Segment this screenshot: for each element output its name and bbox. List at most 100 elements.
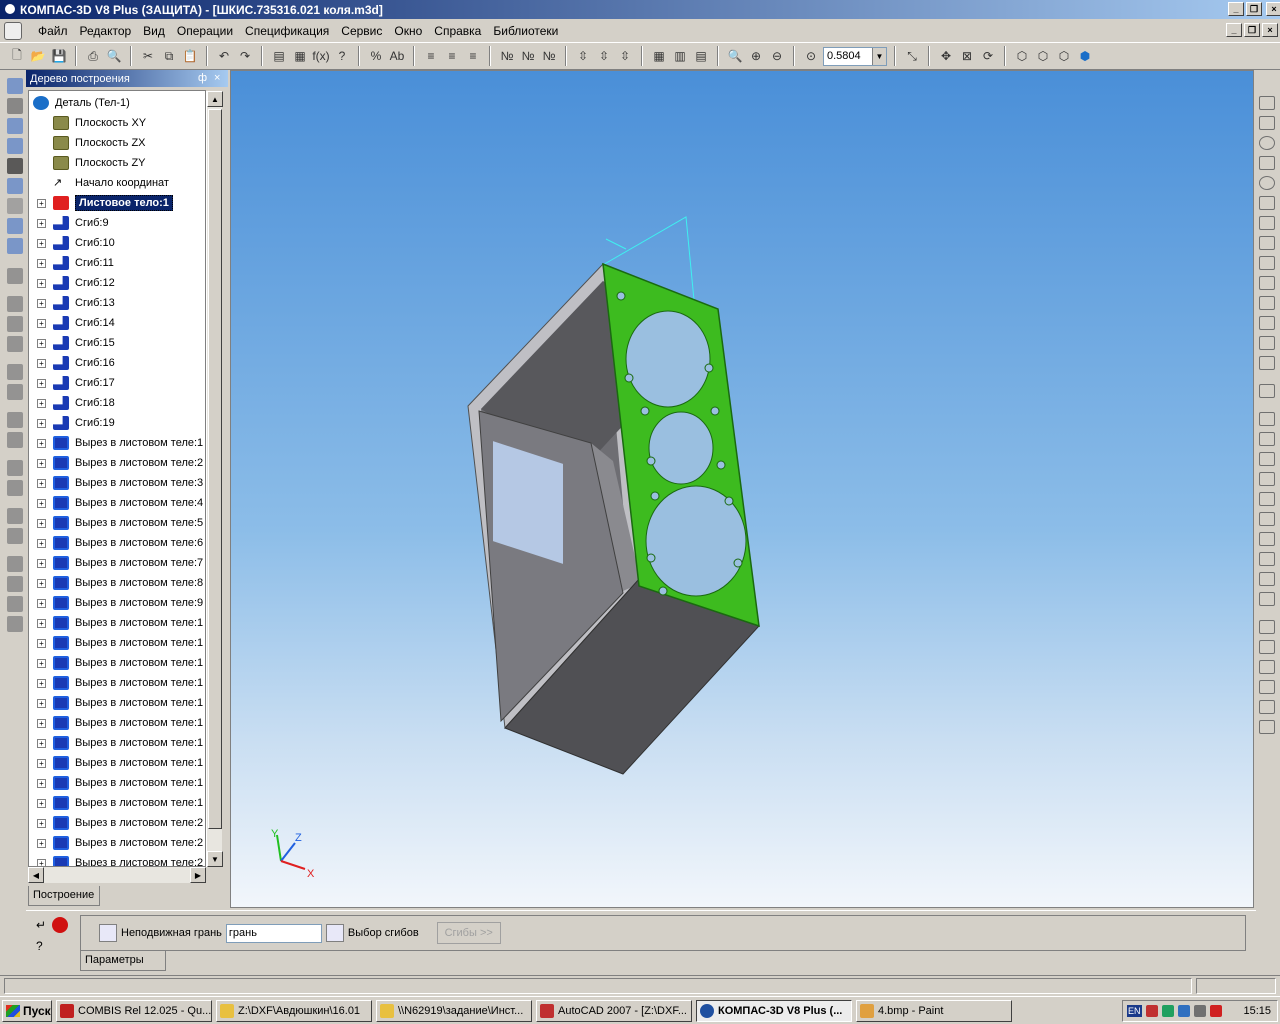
cut-icon[interactable]: ✂ [139, 47, 157, 65]
tool-dimension-icon[interactable] [1259, 700, 1275, 714]
task-folder-dxf[interactable]: Z:\DXF\Авдюшкин\16.01 [216, 999, 372, 1022]
expand-icon[interactable]: + [37, 518, 46, 528]
zoom-icon[interactable]: 🔍 [726, 47, 744, 65]
expand-icon[interactable]: + [37, 598, 46, 608]
tray-n-icon[interactable] [1209, 1005, 1222, 1017]
expand-icon[interactable]: + [37, 698, 46, 708]
tree-item[interactable]: + Вырез в листовом теле:2 [29, 813, 203, 833]
align-icon[interactable]: ≡ [422, 47, 440, 65]
hidden-lines-icon[interactable]: ⬡ [1034, 47, 1052, 65]
expand-icon[interactable]: + [37, 818, 46, 828]
language-indicator[interactable]: EN [1127, 1005, 1142, 1017]
tree-item[interactable]: + Вырез в листовом теле:1 [29, 793, 203, 813]
tool-constraint-icon[interactable] [1259, 640, 1275, 654]
tool-arc-icon[interactable] [1259, 156, 1275, 170]
shaded-icon[interactable]: ⬢ [1076, 47, 1094, 65]
zoom-out-icon[interactable]: ⊖ [768, 47, 786, 65]
tree-item[interactable]: + Вырез в листовом теле:2 [29, 833, 203, 853]
fit-icon[interactable]: ⊠ [958, 47, 976, 65]
expand-icon[interactable]: + [37, 798, 46, 808]
tool-hem-icon[interactable] [7, 596, 23, 612]
tool-cut-icon[interactable] [7, 384, 23, 400]
number-icon[interactable]: № [498, 47, 516, 65]
tray-sync-icon[interactable] [1177, 1005, 1190, 1017]
expand-icon[interactable]: + [37, 458, 46, 468]
tool-jog-icon[interactable] [7, 556, 23, 572]
tool-point-icon[interactable] [1259, 96, 1275, 110]
expand-icon[interactable]: + [37, 778, 46, 788]
tree-root[interactable]: Деталь (Тел-1) [33, 93, 130, 113]
tree-item[interactable]: + Сгиб:14 [29, 313, 115, 333]
redo-icon[interactable]: ↷ [236, 47, 254, 65]
close-icon[interactable]: × [214, 72, 220, 84]
tool-edit-icon[interactable] [7, 218, 23, 234]
tree-view[interactable]: Деталь (Тел-1) Плоскость XY Плоскость ZX П… [28, 90, 206, 867]
tool-param-icon[interactable] [1259, 620, 1275, 634]
tool-break-icon[interactable] [1259, 572, 1275, 586]
task-folder-network[interactable]: \\N62919\задание\Инст... [376, 999, 532, 1022]
expand-icon[interactable]: + [37, 578, 46, 588]
tool-spec-icon[interactable] [7, 198, 23, 214]
distribute-3-icon[interactable]: ⇳ [616, 47, 634, 65]
tool-hole-icon[interactable] [7, 364, 23, 380]
table-2-icon[interactable]: ▥ [671, 47, 689, 65]
tree-item[interactable]: + Вырез в листовом теле:1 [29, 653, 203, 673]
task-combis[interactable]: COMBIS Rel 12.025 - Qu... [56, 999, 212, 1022]
tool-flange-icon[interactable] [7, 412, 23, 428]
tray-network-icon[interactable] [1161, 1005, 1174, 1017]
expand-icon[interactable]: + [37, 678, 46, 688]
tool-deform-icon[interactable] [1259, 592, 1275, 606]
tool-bend-line-icon[interactable] [7, 316, 23, 332]
tool-stamp-icon[interactable] [7, 336, 23, 352]
tree-item[interactable]: ↗ Начало координат [29, 173, 169, 193]
tool-fold-2-icon[interactable] [7, 528, 23, 544]
expand-icon[interactable]: + [37, 398, 46, 408]
tool-ellipse-icon[interactable] [1259, 176, 1275, 190]
menu-specification[interactable]: Спецификация [239, 24, 335, 38]
tool-line-icon[interactable] [1259, 116, 1275, 130]
menu-help[interactable]: Справка [428, 24, 487, 38]
tree-item[interactable]: + Сгиб:18 [29, 393, 115, 413]
distribute-icon[interactable]: ⇳ [574, 47, 592, 65]
tool-sheet-body-icon[interactable] [7, 268, 23, 284]
number-2-icon[interactable]: № [519, 47, 537, 65]
table-3-icon[interactable]: ▤ [692, 47, 710, 65]
tool-array-icon[interactable] [1259, 512, 1275, 526]
tree-item[interactable]: + Вырез в листовом теле:1 [29, 713, 203, 733]
tree-item[interactable]: + Вырез в листовом теле:1 [29, 433, 203, 453]
tool-closed-corner-icon[interactable] [7, 432, 23, 448]
tool-3d-icon[interactable] [7, 78, 23, 94]
start-button[interactable]: Пуск [2, 999, 52, 1022]
tree-item[interactable]: + Вырез в листовом теле:9 [29, 593, 203, 613]
zoom-in-icon[interactable]: ⊕ [747, 47, 765, 65]
tree-item[interactable]: + Вырез в листовом теле:1 [29, 673, 203, 693]
help-icon[interactable]: ? [36, 939, 76, 953]
tool-hem-2-icon[interactable] [7, 616, 23, 632]
distribute-2-icon[interactable]: ⇳ [595, 47, 613, 65]
tool-circle-icon[interactable] [1259, 136, 1275, 150]
expand-icon[interactable]: + [37, 498, 46, 508]
tree-item[interactable]: + Вырез в листовом теле:6 [29, 533, 203, 553]
tree-item[interactable]: + Сгиб:17 [29, 373, 115, 393]
menu-view[interactable]: Вид [137, 24, 171, 38]
expand-icon[interactable]: + [37, 438, 46, 448]
expand-icon[interactable]: + [37, 838, 46, 848]
format-icon[interactable]: % [367, 47, 385, 65]
tool-mirror-icon[interactable] [1259, 492, 1275, 506]
bends-select-icon[interactable] [325, 924, 344, 942]
stop-icon[interactable] [52, 917, 69, 933]
tab-build[interactable]: Построение [28, 886, 100, 906]
tree-item[interactable]: Плоскость ZY [29, 153, 146, 173]
text-style-icon[interactable]: Ab [388, 47, 406, 65]
fixed-face-field[interactable]: грань [225, 923, 322, 943]
align-center-icon[interactable]: ≡ [443, 47, 461, 65]
tray-app-icon[interactable] [1145, 1005, 1158, 1017]
tree-item[interactable]: + Сгиб:12 [29, 273, 115, 293]
tree-item[interactable]: + Вырез в листовом теле:2 [29, 453, 203, 473]
tool-scale-icon[interactable] [1259, 472, 1275, 486]
tool-fix-icon[interactable] [1259, 720, 1275, 734]
tree-item[interactable]: + Вырез в листовом теле:1 [29, 733, 203, 753]
expand-icon[interactable]: + [37, 278, 46, 288]
tool-hatch-icon[interactable] [1259, 336, 1275, 350]
tree-item[interactable]: + Сгиб:13 [29, 293, 115, 313]
